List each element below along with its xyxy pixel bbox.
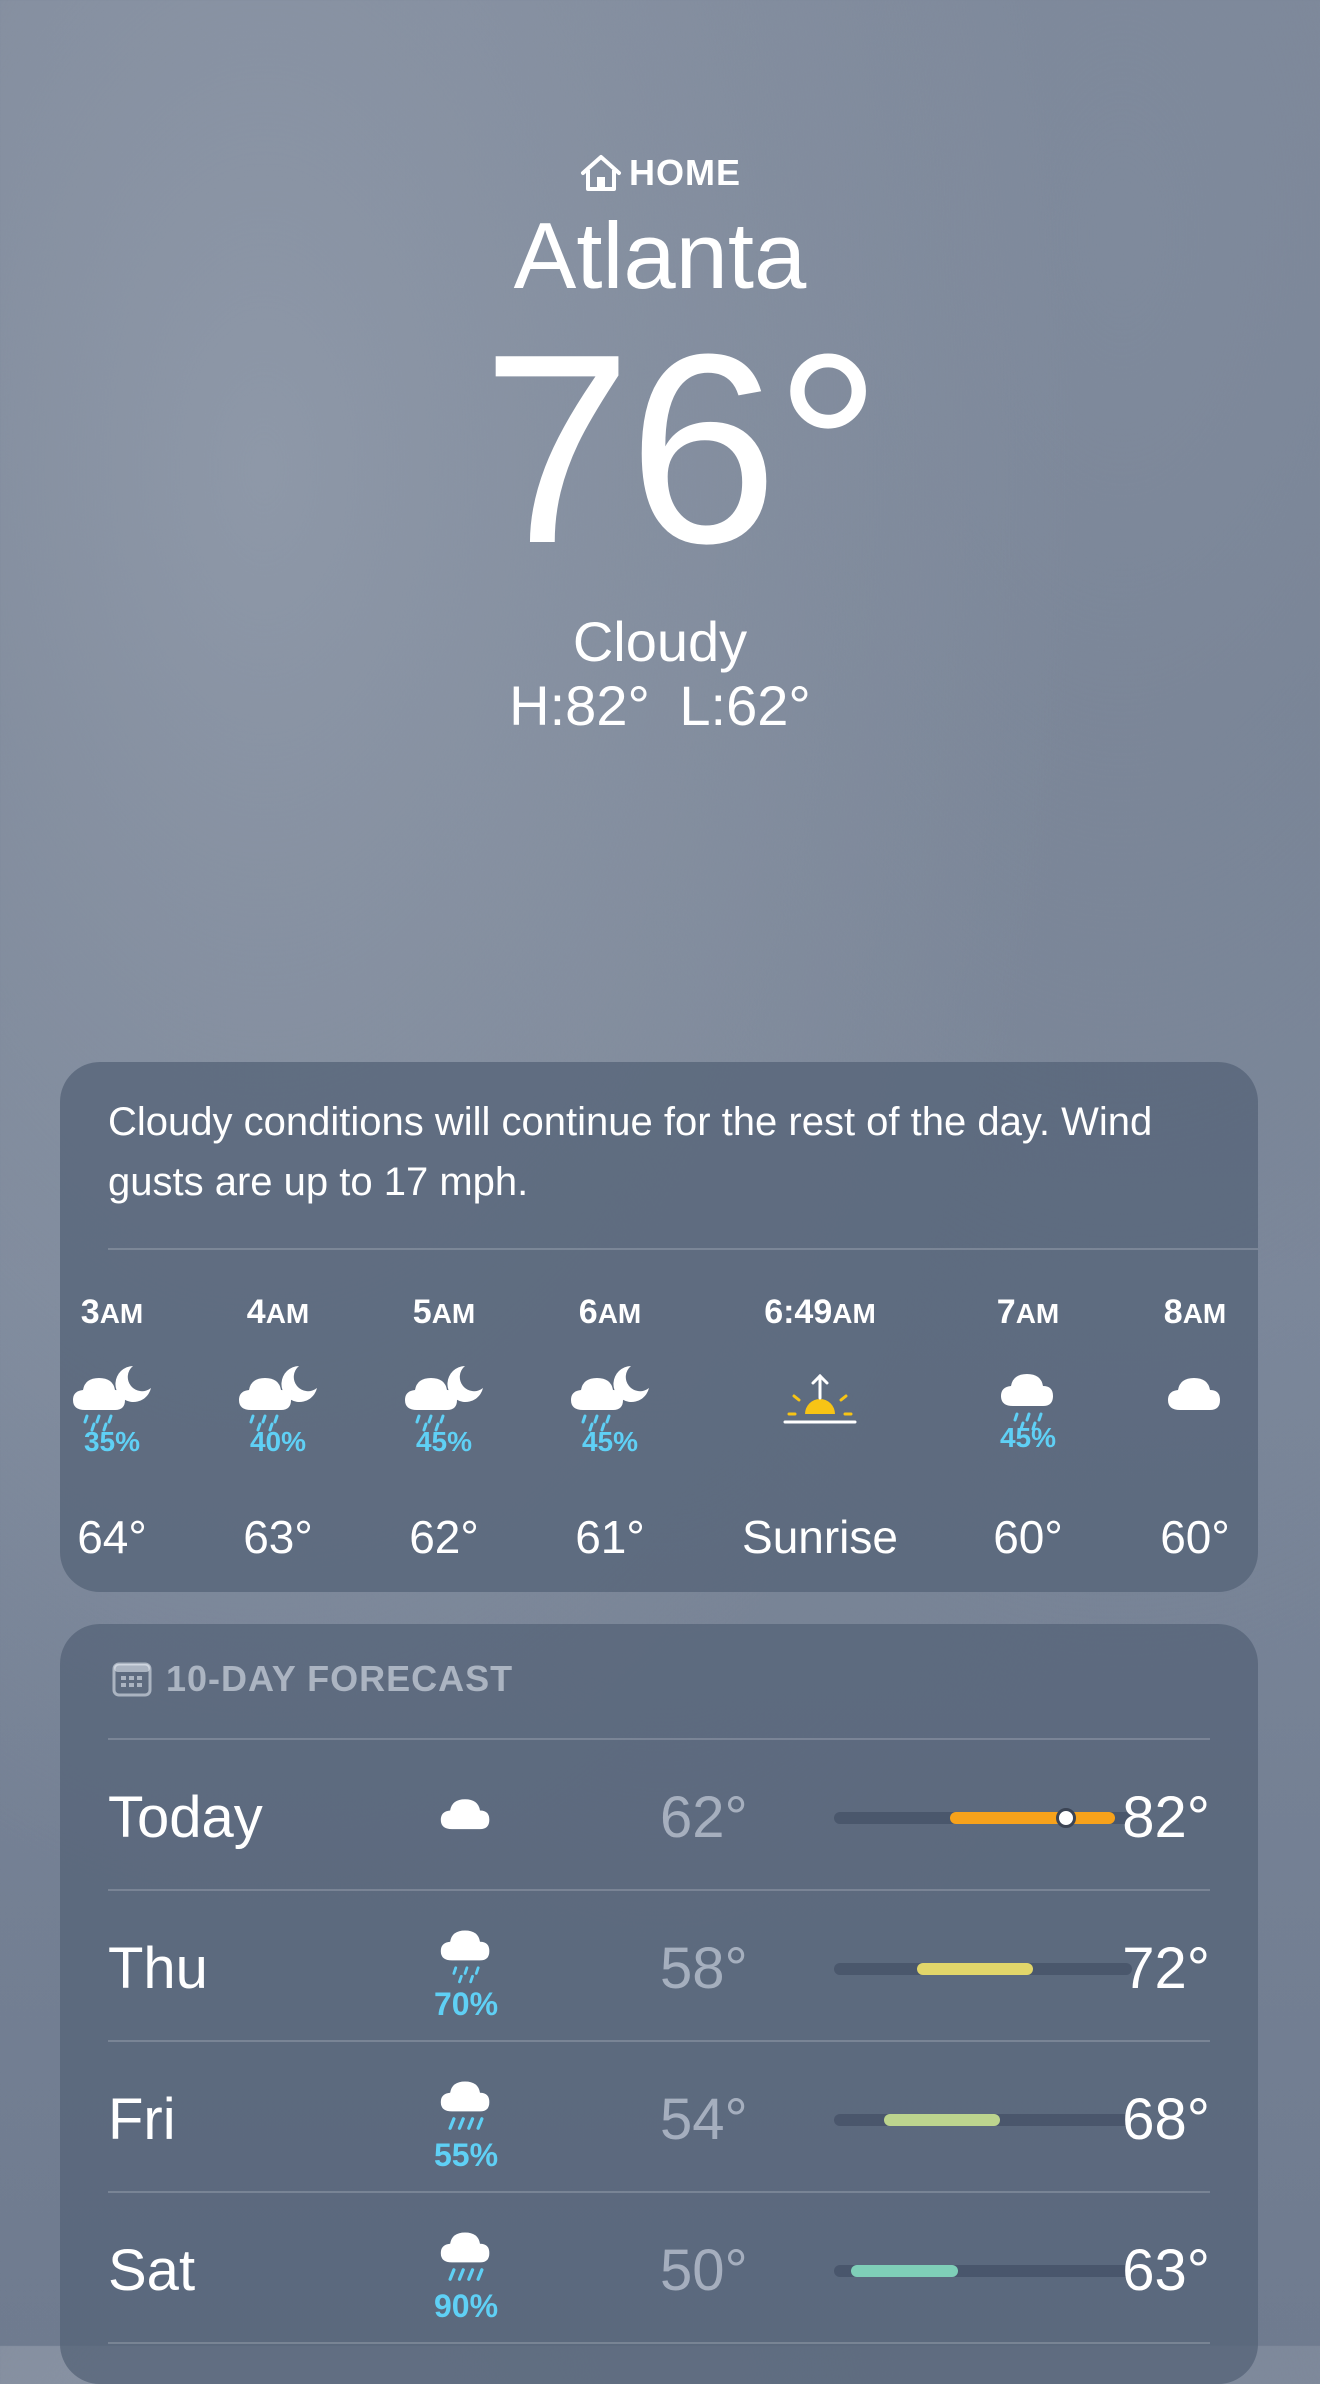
hour-time: 4AM (198, 1292, 358, 1332)
hour-time-suffix: AM (99, 1298, 144, 1329)
hour-temp: 63° (243, 1511, 313, 1563)
city-name: Atlanta (513, 203, 807, 308)
divider (108, 1248, 1258, 1250)
hour-time: 6AM (530, 1292, 690, 1332)
forecast-row[interactable]: Today 62° 82° (108, 1740, 1210, 1890)
forecast-title: 10-DAY FORECAST (166, 1658, 514, 1699)
hourly-forecast-card[interactable]: Cloudy conditions will continue for the … (60, 1062, 1258, 1592)
hourly-item: 8AM 60° (1115, 1292, 1275, 1563)
hour-time-suffix: AM (431, 1298, 476, 1329)
hour-time: 8AM (1115, 1292, 1275, 1332)
hour-temp: 60° (993, 1511, 1063, 1563)
hourly-item: 7AM 45% 60° (948, 1292, 1108, 1563)
cloud-moon-rain-icon (67, 1362, 157, 1432)
forecast-precip: 90% (433, 2288, 499, 2324)
condition-text: Cloudy (572, 610, 748, 673)
hour-temp: 60° (1160, 1511, 1230, 1563)
forecast-high: 72° (1122, 1936, 1210, 2001)
forecast-header: 10-DAY FORECAST (112, 1658, 513, 1700)
current-temperature: 76° (481, 299, 882, 600)
ten-day-forecast-card[interactable]: 10-DAY FORECAST Today 62° 82° Thu 70% 58° 72° F… (60, 1624, 1258, 2384)
temp-range-bar (834, 2114, 1132, 2126)
hour-time-value: 4 (246, 1293, 266, 1331)
forecast-high: 68° (1122, 2087, 1210, 2152)
forecast-day: Thu (108, 1936, 208, 2001)
hour-time-value: 3 (80, 1293, 100, 1331)
divider (108, 2342, 1210, 2344)
hour-time-suffix: AM (1015, 1298, 1060, 1329)
temp-range-bar (834, 2265, 1132, 2277)
hourly-item: 3AM 35% 64° (32, 1292, 192, 1563)
hour-temp: 62° (409, 1511, 479, 1563)
forecast-row[interactable]: Fri 55% 54° 68° (108, 2042, 1210, 2192)
hour-time-suffix: AM (832, 1298, 876, 1329)
hourly-item: 4AM 40% 63° (198, 1292, 358, 1563)
temp-range-fill (850, 2265, 959, 2277)
forecast-row[interactable]: Thu 70% 58° 72° (108, 1891, 1210, 2041)
forecast-low: 58° (660, 1936, 748, 2001)
hour-temp: 61° (575, 1511, 645, 1563)
forecast-row[interactable]: Sat 90% 50° 63° (108, 2193, 1210, 2343)
forecast-high: 63° (1122, 2238, 1210, 2303)
calendar-icon (112, 1662, 152, 1697)
cloud-heavy-rain-icon: 55% (424, 2070, 508, 2174)
cloud-moon-rain-icon (565, 1362, 655, 1432)
hour-temp: Sunrise (742, 1511, 898, 1563)
hour-time: 5AM (364, 1292, 524, 1332)
sunrise-icon (775, 1362, 865, 1432)
hour-time: 6:49AM (710, 1292, 930, 1332)
temp-range-bar (834, 1808, 1132, 1828)
current-temp-marker (1055, 1808, 1076, 1828)
hour-time-value: 8 (1163, 1293, 1183, 1331)
forecast-day: Sat (108, 2238, 196, 2303)
hourly-item: 6AM 45% 61° (530, 1292, 690, 1563)
forecast-precip: 70% (433, 1986, 499, 2022)
temp-range-bar (834, 1963, 1132, 1975)
cloud-heavy-rain-icon: 90% (424, 2221, 508, 2325)
cloud-moon-rain-icon (233, 1362, 323, 1432)
forecast-day: Today (108, 1785, 263, 1850)
cloud-icon (424, 1784, 508, 1851)
hour-time-value: 6:49 (764, 1293, 833, 1331)
current-conditions: HOME Atlanta 76° Cloudy H:82° L:62° (0, 150, 1320, 738)
hour-time-value: 6 (578, 1293, 598, 1331)
cloud-moon-rain-icon (399, 1362, 489, 1432)
hour-time-suffix: AM (265, 1298, 310, 1329)
weather-summary: Cloudy conditions will continue for the … (108, 1100, 1153, 1204)
forecast-high: 82° (1122, 1785, 1210, 1850)
forecast-low: 50° (660, 2238, 748, 2303)
hour-time: 7AM (948, 1292, 1108, 1332)
temp-range-fill (916, 1963, 1033, 1975)
hour-time-value: 5 (412, 1293, 432, 1331)
forecast-low: 54° (660, 2087, 748, 2152)
cloud-rain-icon: 70% (424, 1919, 508, 2023)
temp-range-fill (883, 2114, 1000, 2126)
hour-time-value: 7 (996, 1293, 1016, 1331)
forecast-precip: 55% (433, 2137, 499, 2173)
hour-time-suffix: AM (1182, 1298, 1227, 1329)
high-low-text: H:82° L:62° (509, 674, 811, 737)
cloud-icon (1150, 1362, 1240, 1432)
hour-time: 3AM (32, 1292, 192, 1332)
hourly-item: 6:49AM Sunrise (710, 1292, 930, 1563)
cloud-rain-icon (983, 1362, 1073, 1432)
hour-temp: 64° (77, 1511, 147, 1563)
location-header: HOME (0, 150, 1320, 196)
forecast-day: Fri (108, 2087, 176, 2152)
temp-range-fill (949, 1812, 1116, 1824)
location-label: HOME (629, 152, 741, 193)
hour-time-suffix: AM (597, 1298, 642, 1329)
forecast-low: 62° (660, 1785, 748, 1850)
hourly-item: 5AM 45% 62° (364, 1292, 524, 1563)
home-icon (581, 155, 621, 191)
